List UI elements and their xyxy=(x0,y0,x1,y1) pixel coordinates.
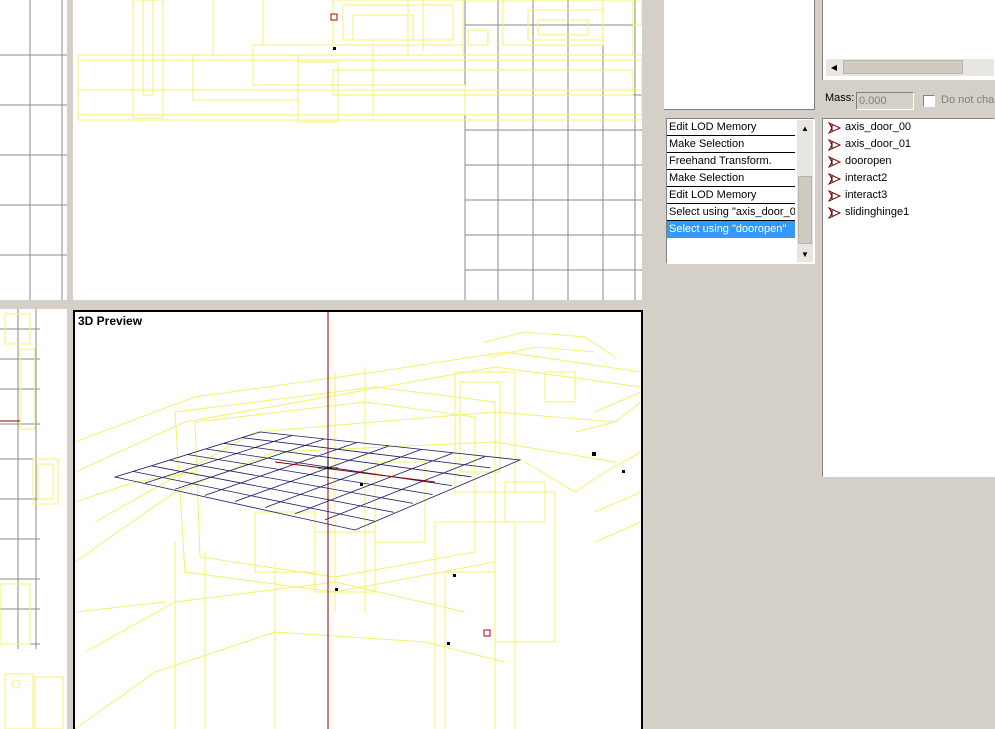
wireframe-3d xyxy=(75,312,641,729)
selection-item[interactable]: interact2 xyxy=(823,170,994,187)
viewport-left-top[interactable] xyxy=(0,0,67,300)
history-item[interactable]: Edit LOD Memory xyxy=(667,187,795,204)
viewport-3d-preview[interactable]: 3D Preview xyxy=(73,310,643,729)
properties-panel-top xyxy=(664,0,815,110)
wireframe-left-bottom xyxy=(0,309,64,729)
viewport-left-bottom[interactable] xyxy=(0,309,67,729)
wireframe-top xyxy=(77,0,642,300)
right-top-hscroll[interactable]: ◀ xyxy=(826,59,994,76)
history-item[interactable]: Make Selection xyxy=(667,170,795,187)
named-selections-list[interactable]: axis_door_00 axis_door_01 dooropen inter… xyxy=(822,118,995,477)
viewport-top[interactable] xyxy=(73,0,642,300)
do-not-change-label: Do not cha xyxy=(941,94,995,106)
history-item[interactable]: Make Selection xyxy=(667,136,795,153)
selection-item[interactable]: slidinghinge1 xyxy=(823,204,994,221)
preview-title: 3D Preview xyxy=(78,314,143,328)
selection-label: axis_door_00 xyxy=(845,121,912,133)
scroll-down-arrow-icon[interactable]: ▼ xyxy=(797,246,813,262)
history-item[interactable]: Freehand Transform. xyxy=(667,153,795,170)
mass-label: Mass: xyxy=(825,92,855,104)
history-list[interactable]: Edit LOD Memory Make Selection Freehand … xyxy=(666,118,815,264)
scroll-up-arrow-icon[interactable]: ▲ xyxy=(797,120,813,136)
selection-label: slidinghinge1 xyxy=(845,206,910,218)
history-item-selected[interactable]: Select using "dooropen" xyxy=(667,221,795,238)
selection-label: dooropen xyxy=(845,155,892,167)
wireframe-left-top xyxy=(0,0,67,300)
selection-icon xyxy=(828,138,842,151)
history-item[interactable]: Edit LOD Memory xyxy=(667,119,795,136)
selection-item[interactable]: axis_door_00 xyxy=(823,119,994,136)
selection-icon xyxy=(828,155,842,168)
selection-icon xyxy=(828,189,842,202)
selection-icon xyxy=(828,121,842,134)
selection-item[interactable]: axis_door_01 xyxy=(823,136,994,153)
selection-label: axis_door_01 xyxy=(845,138,912,150)
scroll-thumb[interactable] xyxy=(798,176,812,244)
do-not-change-checkbox[interactable] xyxy=(923,95,935,107)
selection-icon xyxy=(828,172,842,185)
scroll-left-arrow-icon[interactable]: ◀ xyxy=(826,59,842,75)
selection-icon xyxy=(828,206,842,219)
selection-item[interactable]: interact3 xyxy=(823,187,994,204)
selection-item[interactable]: dooropen xyxy=(823,153,994,170)
history-item[interactable]: Select using "axis_door_01 xyxy=(667,204,795,221)
selection-label: interact2 xyxy=(845,172,888,184)
history-scrollbar[interactable]: ▲ ▼ xyxy=(797,120,813,262)
selection-label: interact3 xyxy=(845,189,888,201)
hscroll-thumb[interactable] xyxy=(843,60,963,74)
mass-field[interactable]: 0.000 xyxy=(856,92,914,110)
